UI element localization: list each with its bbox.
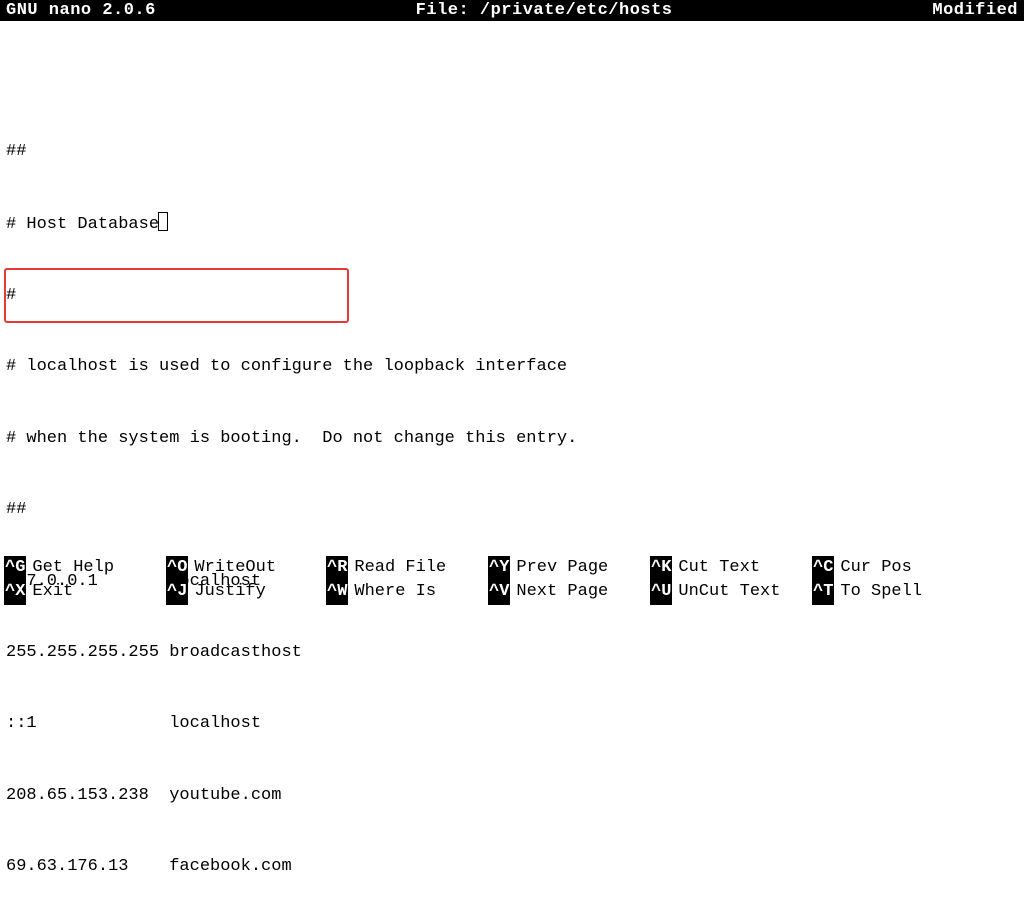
modified-status: Modified: [932, 1, 1018, 20]
shortcut-justify[interactable]: ^JJustify: [166, 580, 326, 605]
shortcut-prev-page[interactable]: ^YPrev Page: [488, 556, 650, 581]
shortcut-where-is[interactable]: ^WWhere Is: [326, 580, 488, 605]
file-path: File: /private/etc/hosts: [156, 1, 933, 20]
app-name: GNU nano 2.0.6: [6, 1, 156, 20]
titlebar: GNU nano 2.0.6 File: /private/etc/hosts …: [0, 0, 1024, 21]
file-line: ##: [6, 140, 1018, 164]
file-line: 255.255.255.255 broadcasthost: [6, 641, 1018, 665]
file-line: # Host Database: [6, 212, 1018, 237]
file-line: ##: [6, 498, 1018, 522]
shortcut-next-page[interactable]: ^VNext Page: [488, 580, 650, 605]
file-line: 69.63.176.13 facebook.com: [6, 855, 1018, 879]
shortcut-read-file[interactable]: ^RRead File: [326, 556, 488, 581]
file-line: # when the system is booting. Do not cha…: [6, 427, 1018, 451]
file-line: 208.65.153.238 youtube.com: [6, 784, 1018, 808]
editor-area[interactable]: ## # Host Database # # localhost is used…: [0, 21, 1024, 903]
cursor-icon: [158, 212, 168, 231]
shortcut-to-spell[interactable]: ^TTo Spell: [812, 580, 974, 605]
highlight-annotation: [4, 268, 349, 323]
shortcut-get-help[interactable]: ^GGet Help: [4, 556, 166, 581]
file-line: # localhost is used to configure the loo…: [6, 355, 1018, 379]
shortcut-writeout[interactable]: ^OWriteOut: [166, 556, 326, 581]
shortcut-uncut-text[interactable]: ^UUnCut Text: [650, 580, 812, 605]
file-line: ::1 localhost: [6, 712, 1018, 736]
shortcut-exit[interactable]: ^XExit: [4, 580, 166, 605]
shortcut-cut-text[interactable]: ^KCut Text: [650, 556, 812, 581]
shortcut-bar: ^GGet Help ^OWriteOut ^RRead File ^YPrev…: [0, 556, 1024, 609]
shortcut-cur-pos[interactable]: ^CCur Pos: [812, 556, 974, 581]
